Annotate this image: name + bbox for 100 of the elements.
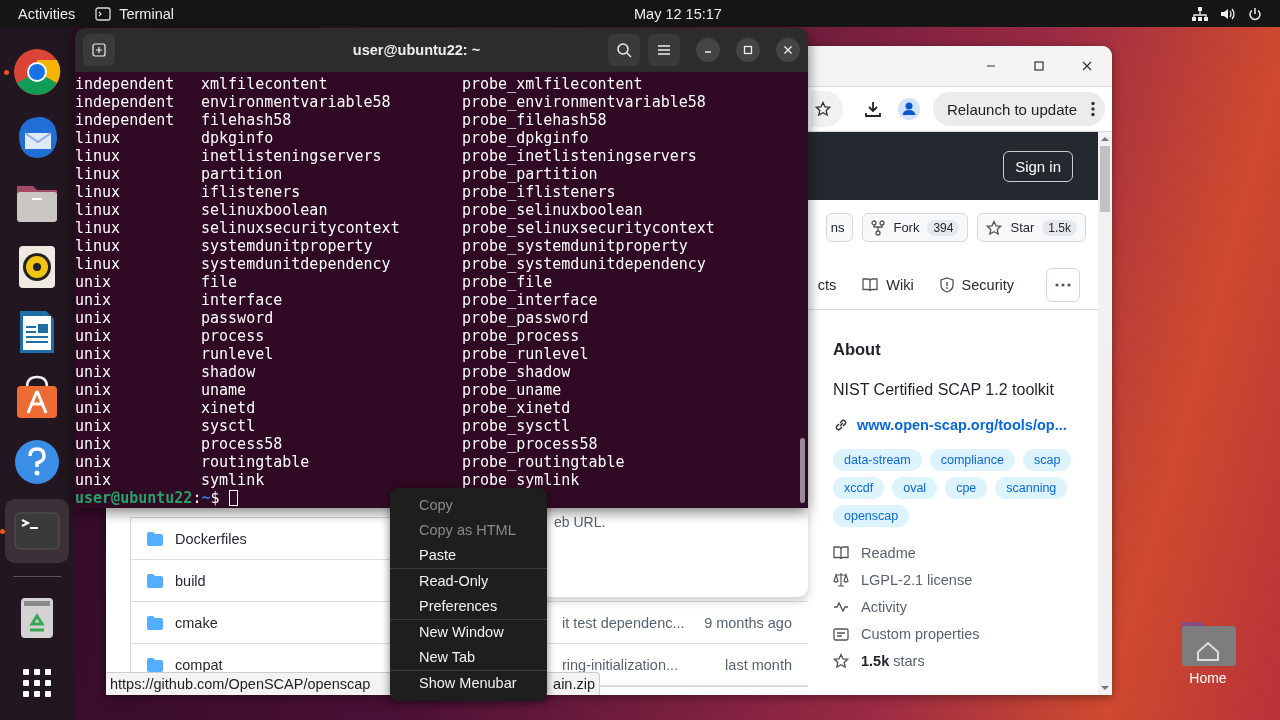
output-text: probe_shadow	[462, 363, 572, 381]
output-text: independent	[75, 75, 176, 93]
status-url-text: ain.zip	[553, 676, 595, 692]
book-icon	[833, 545, 849, 561]
menu-item[interactable]: Read-Only	[390, 569, 547, 594]
menu-item[interactable]: New Tab	[390, 645, 547, 670]
output-text: probe_selinuxboolean	[462, 201, 644, 219]
prompt-text: user@ubuntu22:~$	[75, 489, 220, 507]
folder-icon	[147, 531, 163, 546]
output-text: file	[201, 273, 239, 291]
activities-button[interactable]: Activities	[18, 5, 76, 22]
output-text: linux	[75, 255, 122, 273]
output-text: environmentvariable58	[201, 93, 392, 111]
minimize-button[interactable]	[696, 38, 720, 62]
status-url-text: https://github.com/OpenSCAP/openscap	[110, 676, 371, 692]
output-text: probe_interface	[462, 291, 599, 309]
topic-tag[interactable]: openscap	[833, 505, 910, 527]
fork-button[interactable]: Fork 394	[862, 213, 969, 242]
star-button[interactable]: Star 1.5k	[977, 213, 1086, 242]
commit-message[interactable]: ring-initialization...	[562, 656, 692, 673]
topic-tag[interactable]: xccdf	[833, 477, 885, 499]
fact-link[interactable]: Activity	[861, 599, 907, 615]
power-icon[interactable]	[1248, 6, 1262, 21]
search-icon	[616, 42, 632, 58]
new-tab-button[interactable]	[83, 34, 115, 66]
menu-item[interactable]: Preferences	[390, 594, 547, 619]
output-text: unix	[75, 345, 113, 363]
count-badge: 394	[927, 219, 960, 236]
menu-item[interactable]: New Window	[390, 620, 547, 645]
topic-tag[interactable]: scanning	[995, 477, 1068, 499]
output-text: probe_xinetd	[462, 399, 572, 417]
output-text: linux	[75, 165, 122, 183]
fork-icon	[871, 219, 886, 236]
output-text: runlevel	[201, 345, 275, 363]
close-button[interactable]	[776, 38, 800, 62]
output-text: unix	[75, 381, 113, 399]
address-bar[interactable]	[810, 91, 843, 127]
topic-tag[interactable]: data-stream	[833, 449, 922, 471]
output-text: linux	[75, 237, 122, 255]
network-icon[interactable]	[1192, 6, 1208, 21]
fact-link[interactable]: LGPL-2.1 license	[861, 572, 973, 588]
volume-icon[interactable]	[1220, 6, 1236, 21]
output-text: probe_xmlfilecontent	[462, 75, 644, 93]
scrollbar-thumb[interactable]	[1100, 146, 1110, 212]
scrollbar[interactable]	[1098, 132, 1112, 695]
menu-item[interactable]: Paste	[390, 543, 547, 568]
app-menu-label[interactable]: Terminal	[119, 5, 174, 22]
output-text: probe_iflisteners	[462, 183, 617, 201]
output-text: probe_uname	[462, 381, 563, 399]
repo-button[interactable]: ns	[825, 213, 854, 242]
scroll-down-arrow-icon[interactable]	[1101, 685, 1109, 691]
relaunch-button[interactable]: Relaunch to update	[932, 92, 1105, 126]
topic-tag[interactable]: oval	[892, 477, 938, 499]
output-text: unix	[75, 471, 113, 489]
maximize-button[interactable]	[736, 38, 760, 62]
output-text: unix	[75, 363, 113, 381]
output-text: xmlfilecontent	[201, 75, 329, 93]
browser-icon[interactable]	[13, 48, 61, 96]
link-icon	[833, 417, 849, 433]
output-text: process	[201, 327, 266, 345]
fact-link[interactable]: Custom properties	[861, 626, 980, 642]
fact-link[interactable]: 1.5k stars	[861, 653, 925, 669]
output-text: selinuxsecuritycontext	[201, 219, 401, 237]
output-text: unix	[75, 453, 113, 471]
nav-tab[interactable]: Security	[939, 277, 1014, 293]
menu-button[interactable]	[648, 34, 680, 66]
star-icon	[833, 653, 849, 669]
website-link[interactable]: www.open-scap.org/tools/op...	[857, 417, 1067, 433]
topic-tag[interactable]: compliance	[929, 449, 1015, 471]
profile-avatar-icon[interactable]	[897, 98, 920, 120]
topic-tag[interactable]: cpe	[945, 477, 988, 499]
fact-link[interactable]: Readme	[861, 545, 916, 561]
output-text: unix	[75, 327, 113, 345]
download-icon[interactable]	[863, 100, 882, 118]
sign-in-button[interactable]: Sign in	[1003, 150, 1073, 182]
scroll-up-arrow-icon[interactable]	[1101, 136, 1109, 142]
help-icon[interactable]	[13, 438, 61, 486]
output-text: linux	[75, 219, 122, 237]
nav-tab[interactable]: Wiki	[862, 277, 914, 293]
nav-tab[interactable]: cts	[817, 277, 837, 293]
output-text: probe_process	[462, 327, 581, 345]
home-label[interactable]: Home	[1189, 670, 1227, 686]
scrollbar-thumb[interactable]	[800, 438, 805, 503]
output-text: inetlisteningservers	[201, 147, 383, 165]
output-text: iflisteners	[201, 183, 302, 201]
commit-message[interactable]: it test dependenc...	[562, 614, 692, 631]
output-text: process58	[201, 435, 284, 453]
maximize-icon	[1034, 61, 1044, 71]
shield-icon	[939, 277, 954, 293]
output-text: unix	[75, 417, 113, 435]
search-button[interactable]	[608, 34, 640, 66]
bookmark-star-icon[interactable]	[814, 101, 831, 117]
output-text: probe_routingtable	[462, 453, 626, 471]
clock[interactable]: May 12 15:17	[634, 5, 722, 22]
topic-tag[interactable]: scap	[1022, 449, 1072, 471]
output-text: probe_selinuxsecuritycontext	[462, 219, 716, 237]
menu-item[interactable]: Show Menubar	[390, 671, 547, 696]
more-menu-icon[interactable]	[1091, 101, 1095, 117]
about-heading: About	[833, 340, 882, 359]
commit-time: 9 months ago	[704, 614, 792, 631]
